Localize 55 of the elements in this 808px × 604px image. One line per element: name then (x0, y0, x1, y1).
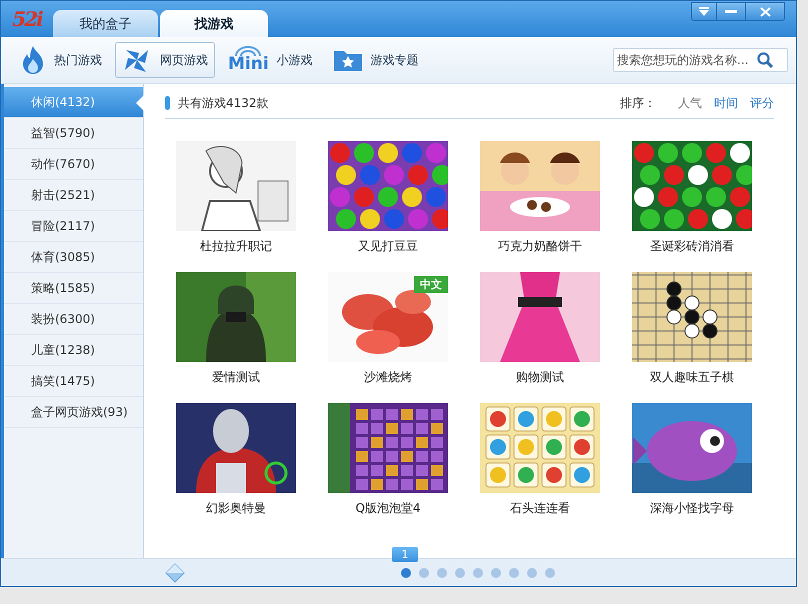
language-badge: 中文 (414, 276, 448, 293)
category-item[interactable]: 搞笑(1475) (4, 366, 143, 397)
page-dot[interactable] (545, 568, 555, 578)
category-item[interactable]: 益智(5790) (4, 118, 143, 149)
page-dot[interactable] (473, 568, 483, 578)
game-title[interactable]: 深海小怪找字母 (650, 500, 734, 517)
flame-icon (20, 45, 46, 75)
page-dot[interactable] (401, 568, 411, 578)
toolbar-button[interactable]: 网页游戏 (115, 42, 215, 78)
mini-logo: Mini (228, 46, 269, 74)
minimize-icon[interactable] (725, 10, 737, 14)
toolbar-button[interactable]: 游戏专题 (326, 42, 426, 78)
sort-link[interactable]: 评分 (750, 94, 774, 112)
game-title[interactable]: 沙滩烧烤 (364, 369, 412, 386)
category-item[interactable]: 儿童(1238) (4, 335, 143, 366)
page-dot[interactable] (509, 568, 519, 578)
app-logo: 52i (11, 6, 44, 33)
game-title[interactable]: 巧克力奶酪饼干 (498, 238, 582, 255)
category-item[interactable]: 体育(3085) (4, 242, 143, 273)
category-item[interactable]: 动作(7670) (4, 149, 143, 180)
game-count: 共有游戏4132款 (178, 94, 269, 112)
close-icon[interactable] (760, 6, 770, 16)
game-title[interactable]: 又见打豆豆 (358, 238, 418, 255)
cube-icon[interactable] (165, 562, 185, 582)
page-dot[interactable] (491, 568, 501, 578)
tab[interactable]: 我的盒子 (53, 10, 158, 37)
sort-link[interactable]: 人气 (678, 94, 702, 112)
category-item[interactable]: 装扮(6300) (4, 304, 143, 335)
search-field[interactable]: 搜索您想玩的游戏名称... (613, 48, 788, 72)
game-title[interactable]: 圣诞彩砖消消看 (650, 238, 734, 255)
game-title[interactable]: 购物测试 (516, 369, 564, 386)
toolbar-button[interactable]: 热门游戏 (13, 42, 109, 78)
sort-link[interactable]: 时间 (714, 94, 738, 112)
game-title[interactable]: 石头连连看 (510, 500, 570, 517)
category-item[interactable]: 策略(1585) (4, 273, 143, 304)
game-title[interactable]: 杜拉拉升职记 (200, 238, 272, 255)
toolbar-button[interactable]: Mini 小游戏 (221, 42, 320, 78)
dropdown-icon[interactable] (698, 6, 710, 16)
category-item[interactable]: 冒险(2117) (4, 211, 143, 242)
game-title[interactable]: 幻影奥特曼 (206, 500, 266, 517)
page-dot[interactable] (437, 568, 447, 578)
game-title[interactable]: 爱情测试 (212, 369, 260, 386)
sort-label: 排序： (620, 94, 656, 112)
game-title[interactable]: Q版泡泡堂4 (355, 500, 421, 517)
game-title[interactable]: 双人趣味五子棋 (650, 369, 734, 386)
category-item[interactable]: 盒子网页游戏(93) (4, 397, 143, 428)
section-marker (165, 96, 170, 110)
page-dot[interactable] (527, 568, 537, 578)
tab[interactable]: 找游戏 (160, 10, 268, 37)
page-number: 1 (392, 547, 418, 562)
page-dot[interactable] (419, 568, 429, 578)
page-dot[interactable] (455, 568, 465, 578)
folder-icon (332, 48, 363, 72)
category-item[interactable]: 射击(2521) (4, 180, 143, 211)
search-icon[interactable] (757, 52, 773, 68)
